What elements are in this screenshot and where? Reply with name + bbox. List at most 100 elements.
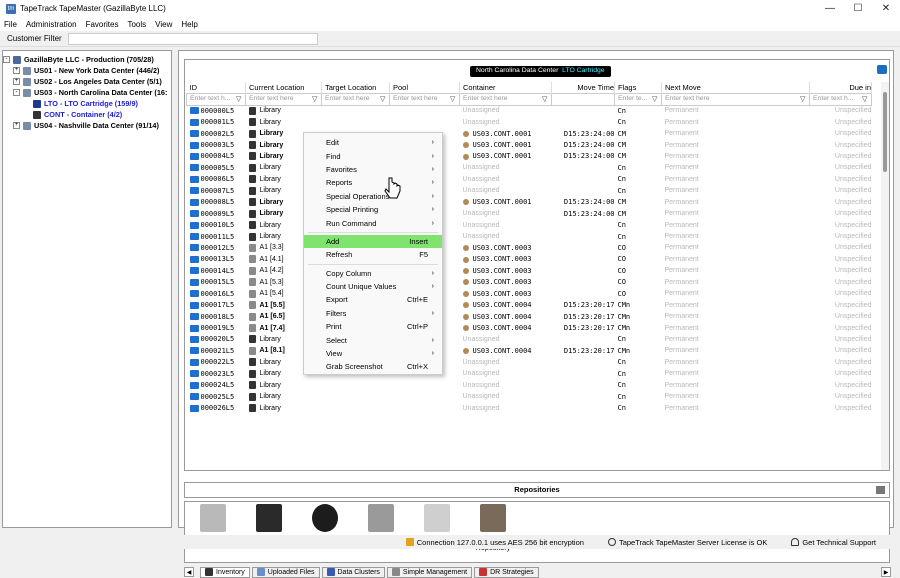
context-item-view[interactable]: View › [304, 347, 442, 360]
tree-item-datacenter[interactable]: + US01 - New York Data Center (446/2) [3, 65, 171, 76]
table-row[interactable]: 000018L5 A1 [6.5] US03.CONT.0004 D15:23:20:… [187, 311, 872, 322]
column-filter-input[interactable] [551, 92, 615, 106]
context-item-grab-screenshot[interactable]: Grab Screenshot Ctrl+X [304, 360, 442, 373]
context-item-add[interactable]: Add Insert [304, 234, 442, 249]
context-item-copy-column[interactable]: Copy Column › [304, 267, 442, 280]
grid-scrollbar[interactable] [881, 82, 889, 470]
support-text[interactable]: Get Technical Support [802, 538, 876, 547]
tree-item-child[interactable]: LTO - LTO Cartridge (159/9) [3, 98, 171, 109]
column-header[interactable]: ID [186, 82, 246, 93]
column-header[interactable]: Flags [614, 82, 662, 93]
column-header[interactable]: Next Move [661, 82, 810, 93]
grid-options-icon[interactable] [877, 65, 887, 74]
table-row[interactable]: 000007L5 Library Unassigned Cn Permanent Unsp… [187, 185, 872, 196]
table-row[interactable]: 000014L5 A1 [4.2] US03.CONT.0003 CO Permanen… [187, 265, 872, 276]
column-filter-input[interactable]: Enter text here ▽ [661, 92, 810, 106]
context-item-special-printing[interactable]: Special Printing › [304, 203, 442, 216]
column-header[interactable]: Move Time [551, 82, 615, 93]
repository-relocated[interactable]: Relocated [409, 504, 465, 562]
column-header[interactable]: Current Location [245, 82, 322, 93]
repository-offsite-vault[interactable]: Offsite Vault [353, 504, 409, 562]
tree-item-child[interactable]: CONT - Container (4/2) [3, 109, 171, 120]
filter-funnel-icon[interactable]: ▽ [380, 95, 388, 103]
column-filter-input[interactable]: Enter text h... ▽ [809, 92, 872, 106]
tab-uploaded-files[interactable]: Uploaded Files [251, 566, 320, 578]
context-item-find[interactable]: Find › [304, 149, 442, 162]
context-item-edit[interactable]: Edit › [304, 136, 442, 149]
table-row[interactable]: 000005L5 Library Unassigned Cn Permanent Unsp… [187, 162, 872, 173]
expand-icon[interactable]: + [13, 78, 20, 85]
menu-administration[interactable]: Administration [26, 20, 77, 29]
table-row[interactable]: 000025L5 Library Unassigned Cn Permanent Unsp… [187, 391, 872, 402]
column-header[interactable]: Container [459, 82, 552, 93]
context-item-run-command[interactable]: Run Command › [304, 216, 442, 229]
expand-icon[interactable]: + [13, 67, 20, 74]
tab-inventory[interactable]: Inventory [200, 566, 250, 578]
support-link[interactable]: Get Technical Support [791, 538, 888, 547]
table-row[interactable]: 000016L5 A1 [5.4] US03.CONT.0003 CO Permanen… [187, 288, 872, 299]
menu-tools[interactable]: Tools [127, 20, 146, 29]
table-row[interactable]: 000019L5 A1 [7.4] US03.CONT.0004 D15:23:20:… [187, 322, 872, 333]
repository-library[interactable]: Library [241, 504, 297, 562]
column-header[interactable]: Due in [809, 82, 872, 93]
table-row[interactable]: 000024L5 Library Unassigned Cn Permanent Unsp… [187, 380, 872, 391]
tree-root[interactable]: - GazillaByte LLC - Production (705/28) [3, 54, 171, 65]
table-row[interactable]: 000004L5 Library US03.CONT.0001 D15:23:24:0… [187, 151, 872, 162]
context-item-special-operations[interactable]: Special Operations › [304, 190, 442, 203]
tab-scroll-right-icon[interactable]: ▶ [881, 567, 891, 577]
table-row[interactable]: 000023L5 Library Unassigned Cn Permanent Unsp… [187, 368, 872, 379]
column-filter-input[interactable]: Enter text h... ▽ [186, 92, 246, 106]
menu-view[interactable]: View [155, 20, 172, 29]
table-row[interactable]: 000017L5 A1 [5.5] US03.CONT.0004 D15:23:20:… [187, 299, 872, 310]
table-row[interactable]: 000015L5 A1 [5.3] US03.CONT.0003 CO Permanen… [187, 277, 872, 288]
close-icon[interactable]: ✕ [872, 0, 900, 17]
table-row[interactable]: 000021L5 A1 [8.1] US03.CONT.0004 D15:23:20:… [187, 345, 872, 356]
menu-favorites[interactable]: Favorites [86, 20, 119, 29]
tab-scroll-left-icon[interactable]: ◀ [184, 567, 194, 577]
minimize-icon[interactable]: — [816, 0, 844, 17]
collapse-icon[interactable]: - [3, 56, 10, 63]
filter-funnel-icon[interactable]: ▽ [236, 95, 244, 103]
column-filter-input[interactable]: Enter te... ▽ [614, 92, 662, 106]
tab-data-clusters[interactable]: Data Clusters [321, 566, 385, 578]
table-row[interactable]: 000000L5 Library Unassigned Cn Permanent Unsp… [187, 105, 872, 116]
context-item-filters[interactable]: Filters › [304, 307, 442, 320]
table-row[interactable]: 000006L5 Library Unassigned Cn Permanent Unsp… [187, 174, 872, 185]
repository-home-repository[interactable]: Home Repository [465, 504, 521, 562]
table-row[interactable]: 000008L5 Library US03.CONT.0001 D15:23:24:0… [187, 197, 872, 208]
filter-funnel-icon[interactable]: ▽ [800, 95, 808, 103]
tab-simple-management[interactable]: Simple Management [386, 566, 473, 578]
menu-help[interactable]: Help [181, 20, 197, 29]
column-filter-input[interactable]: Enter text here ▽ [389, 92, 460, 106]
table-row[interactable]: 000001L5 Library Unassigned Cn Permanent Unsp… [187, 116, 872, 127]
menu-file[interactable]: File [4, 20, 17, 29]
table-row[interactable]: 000026L5 Library Unassigned Cn Permanent Unsp… [187, 402, 872, 413]
column-header[interactable]: Pool [389, 82, 460, 93]
column-header[interactable]: Target Location [321, 82, 390, 93]
repository-initial-repository[interactable]: Initial Repository [185, 504, 241, 562]
context-item-refresh[interactable]: Refresh F5 [304, 248, 442, 261]
repository-next-repository[interactable]: Next Repository [297, 504, 353, 562]
context-item-print[interactable]: Print Ctrl+P [304, 320, 442, 333]
table-row[interactable]: 000022L5 Library Unassigned Cn Permanent Unsp… [187, 357, 872, 368]
filter-funnel-icon[interactable]: ▽ [450, 95, 458, 103]
table-row[interactable]: 000003L5 Library US03.CONT.0001 D15:23:24:0… [187, 139, 872, 150]
table-row[interactable]: 000010L5 Library Unassigned Cn Permanent Unsp… [187, 219, 872, 230]
repositories-options-icon[interactable] [876, 486, 885, 494]
table-row[interactable]: 000011L5 Library Unassigned Cn Permanent Unsp… [187, 231, 872, 242]
filter-funnel-icon[interactable]: ▽ [312, 95, 320, 103]
table-row[interactable]: 000012L5 A1 [3.3] US03.CONT.0003 CO Permanen… [187, 242, 872, 253]
maximize-icon[interactable]: ☐ [844, 0, 872, 17]
table-row[interactable]: 000013L5 A1 [4.1] US03.CONT.0003 CO Permanen… [187, 254, 872, 265]
column-filter-input[interactable]: Enter text here ▽ [245, 92, 322, 106]
scrollbar-thumb[interactable] [883, 92, 887, 172]
table-row[interactable]: 000002L5 Library US03.CONT.0001 D15:23:24:0… [187, 128, 872, 139]
tree-item-datacenter[interactable]: - US03 - North Carolina Data Center (16: [3, 87, 171, 98]
context-item-select[interactable]: Select › [304, 333, 442, 346]
tree-item-datacenter[interactable]: + US02 - Los Angeles Data Center (5/1) [3, 76, 171, 87]
tree-item-datacenter[interactable]: + US04 - Nashville Data Center (91/14) [3, 120, 171, 131]
tab-dr-strategies[interactable]: DR Strategies [474, 566, 539, 578]
table-row[interactable]: 000009L5 Library Unassigned D15:23:24:00 CM P… [187, 208, 872, 219]
context-item-count-unique-values[interactable]: Count Unique Values › [304, 280, 442, 293]
collapse-icon[interactable]: - [13, 89, 20, 96]
